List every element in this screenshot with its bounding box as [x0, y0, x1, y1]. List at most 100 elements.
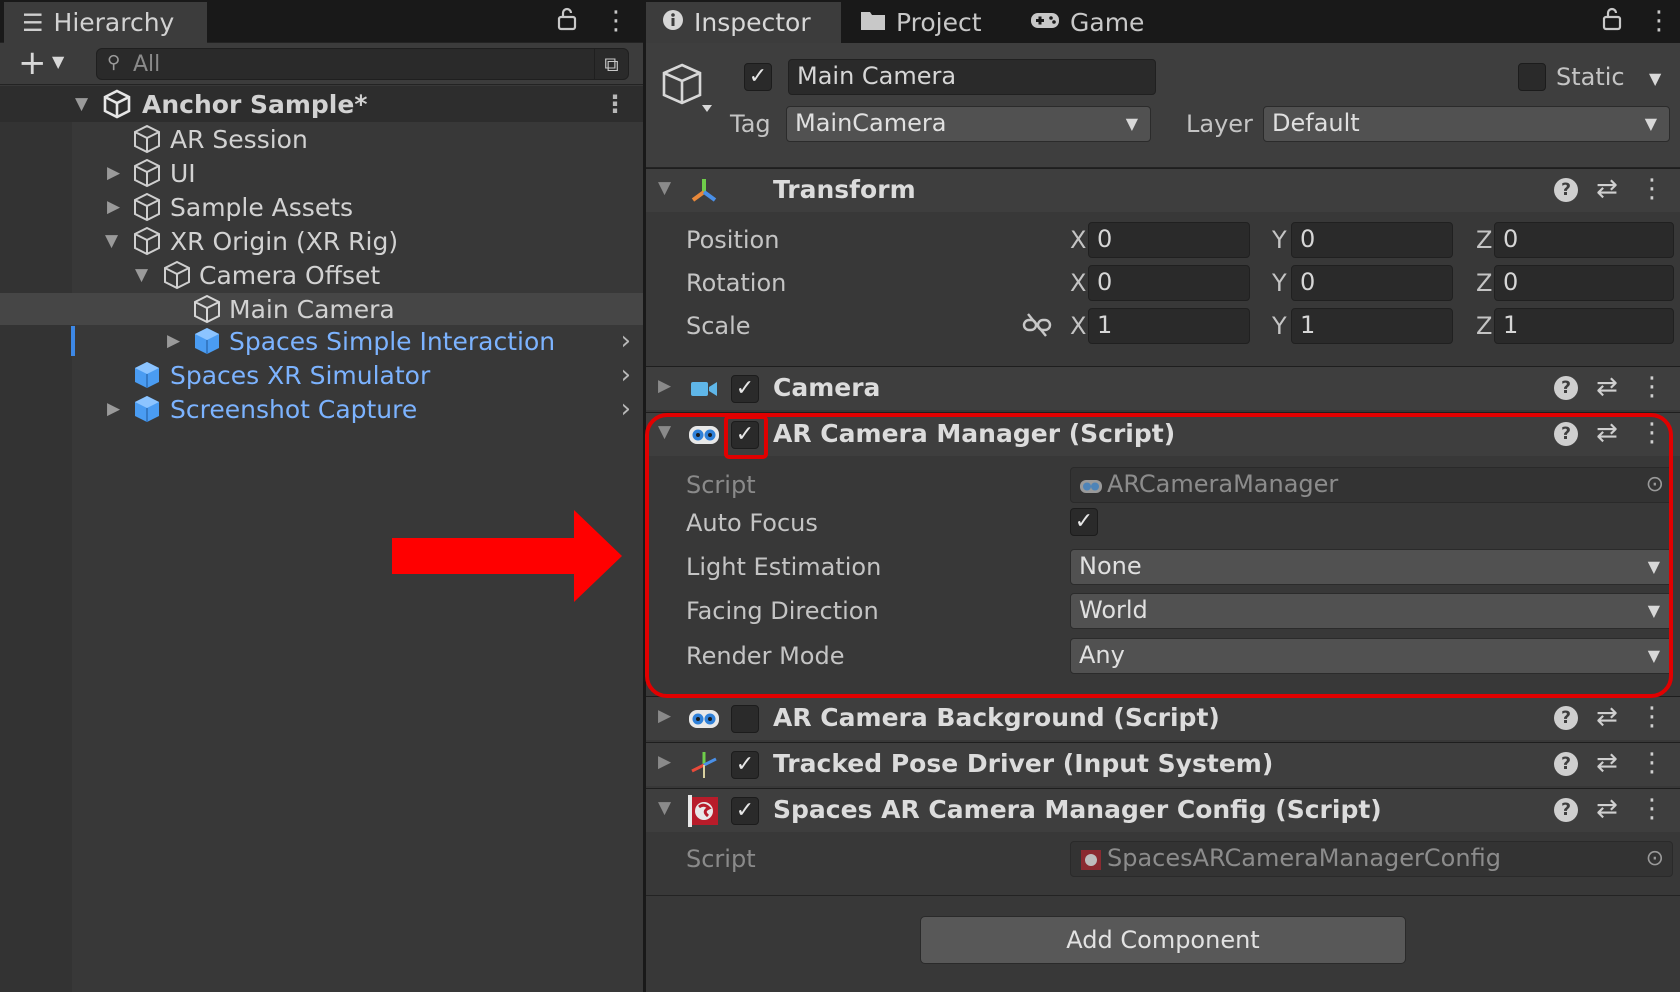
presets-icon[interactable]: ⇄ [1596, 794, 1618, 824]
scene-label: Anchor Sample* [142, 89, 368, 119]
gameobject-name-field[interactable]: Main Camera [788, 59, 1156, 95]
lock-icon[interactable] [1601, 6, 1623, 39]
layer-dropdown[interactable]: Default ▼ [1263, 106, 1670, 142]
script-object-field[interactable]: SpacesARCameraManagerConfig ⊙ [1070, 841, 1673, 877]
more-menu-icon[interactable]: ⋮ [1646, 6, 1672, 36]
presets-icon[interactable]: ⇄ [1596, 748, 1618, 778]
collapsed-caret-icon[interactable]: ▶ [658, 752, 671, 772]
chevron-right-icon[interactable]: › [621, 360, 631, 390]
collapsed-caret-icon[interactable]: ▶ [658, 376, 671, 396]
expand-caret-icon[interactable]: ▼ [658, 798, 671, 818]
camera-header[interactable]: ▶ ✓ Camera ? ⇄ ⋮ [646, 366, 1680, 410]
hierarchy-search-input[interactable] [133, 51, 553, 77]
facing-direction-dropdown[interactable]: World ▼ [1070, 593, 1673, 629]
gameobject-header: ✓ Main Camera ✓ Static ▼ Tag MainCamera … [646, 43, 1680, 168]
tab-game[interactable]: Game [1030, 2, 1160, 43]
list-item[interactable]: ▼ XR Origin (XR Rig) [0, 225, 643, 257]
rotation-y-field[interactable]: 0 [1291, 265, 1453, 301]
tab-project[interactable]: Project [860, 2, 1010, 43]
add-component-button[interactable]: Add Component [920, 916, 1406, 964]
rotation-x-field[interactable]: 0 [1088, 265, 1250, 301]
ar-camera-background-enabled-checkbox[interactable]: ✓ [731, 705, 759, 733]
script-object-field[interactable]: ARCameraManager ⊙ [1070, 467, 1673, 503]
axis-y-label: Y [1272, 226, 1287, 254]
hierarchy-search[interactable]: ⚲ ⧉ [96, 48, 629, 80]
scene-more-icon[interactable]: ⋮ [603, 90, 627, 118]
list-item[interactable]: ▶ Screenshot Capture › [0, 393, 643, 425]
spaces-config-enabled-checkbox[interactable]: ✓ [731, 797, 759, 825]
list-item[interactable]: AR Session [0, 123, 643, 155]
more-menu-icon[interactable]: ⋮ [603, 6, 629, 36]
collapsed-caret-icon[interactable]: ▶ [107, 399, 120, 419]
tracked-pose-driver-enabled-checkbox[interactable]: ✓ [731, 751, 759, 779]
scale-x-field[interactable]: 1 [1088, 308, 1250, 344]
ar-camera-manager-header[interactable]: ▼ ✓ AR Camera Manager (Script) ? ⇄ ⋮ [646, 412, 1680, 456]
help-icon[interactable]: ? [1554, 798, 1578, 822]
tag-dropdown[interactable]: MainCamera ▼ [786, 106, 1151, 142]
expand-caret-icon[interactable]: ▼ [75, 94, 88, 114]
presets-icon[interactable]: ⇄ [1596, 702, 1618, 732]
chevron-right-icon[interactable]: › [621, 326, 631, 356]
expand-caret-icon[interactable]: ▼ [658, 178, 671, 198]
gameobject-active-checkbox[interactable]: ✓ [744, 63, 772, 91]
expand-caret-icon[interactable]: ▼ [135, 265, 148, 285]
ar-camera-manager-enabled-checkbox[interactable]: ✓ [731, 421, 759, 449]
list-item[interactable]: Spaces XR Simulator › [0, 359, 643, 391]
position-y-field[interactable]: 0 [1291, 222, 1453, 258]
camera-enabled-checkbox[interactable]: ✓ [731, 375, 759, 403]
list-item-selected[interactable]: Main Camera [0, 293, 643, 325]
position-x-field[interactable]: 0 [1088, 222, 1250, 258]
transform-header[interactable]: ▼ Transform ? ⇄ ⋮ [646, 168, 1680, 212]
render-mode-dropdown[interactable]: Any ▼ [1070, 638, 1673, 674]
list-item[interactable]: ▶ UI [0, 157, 643, 189]
tab-inspector[interactable]: Inspector [646, 2, 841, 43]
position-z-field[interactable]: 0 [1494, 222, 1674, 258]
more-menu-icon[interactable]: ⋮ [1639, 372, 1665, 402]
more-menu-icon[interactable]: ⋮ [1639, 418, 1665, 448]
presets-icon[interactable]: ⇄ [1596, 372, 1618, 402]
static-checkbox[interactable]: ✓ [1518, 63, 1546, 91]
presets-icon[interactable]: ⇄ [1596, 174, 1618, 204]
tab-hierarchy[interactable]: ☰ Hierarchy [4, 2, 207, 43]
scene-search-icon[interactable]: ⧉ [594, 48, 628, 80]
chevron-right-icon[interactable]: › [621, 394, 631, 424]
more-menu-icon[interactable]: ⋮ [1639, 748, 1665, 778]
help-icon[interactable]: ? [1554, 422, 1578, 446]
collapsed-caret-icon[interactable]: ▶ [107, 197, 120, 217]
more-menu-icon[interactable]: ⋮ [1639, 794, 1665, 824]
collapsed-caret-icon[interactable]: ▶ [167, 331, 180, 351]
facing-direction-value: World [1079, 596, 1148, 624]
scene-row[interactable]: ▼ Anchor Sample* ⋮ [0, 86, 643, 122]
help-icon[interactable]: ? [1554, 376, 1578, 400]
expand-caret-icon[interactable]: ▼ [658, 422, 671, 442]
presets-icon[interactable]: ⇄ [1596, 418, 1618, 448]
scale-z-field[interactable]: 1 [1494, 308, 1674, 344]
rotation-z-field[interactable]: 0 [1494, 265, 1674, 301]
help-icon[interactable]: ? [1554, 752, 1578, 776]
collapsed-caret-icon[interactable]: ▶ [658, 706, 671, 726]
help-icon[interactable]: ? [1554, 706, 1578, 730]
create-plus-icon[interactable]: + [18, 45, 47, 81]
gameobject-large-cube-icon[interactable] [660, 61, 716, 117]
object-picker-icon[interactable]: ⊙ [1646, 842, 1664, 875]
scale-y-field[interactable]: 1 [1291, 308, 1453, 344]
tracked-pose-driver-header[interactable]: ▶ ✓ Tracked Pose Driver (Input System) ?… [646, 742, 1680, 786]
static-dropdown-icon[interactable]: ▼ [1649, 69, 1661, 88]
ar-camera-background-header[interactable]: ▶ ✓ AR Camera Background (Script) ? ⇄ ⋮ [646, 696, 1680, 740]
help-icon[interactable]: ? [1554, 178, 1578, 202]
spaces-config-header[interactable]: ▼ ✓ Spaces AR Camera Manager Config (Scr… [646, 788, 1680, 832]
object-picker-icon[interactable]: ⊙ [1646, 468, 1664, 501]
constrain-proportions-icon[interactable] [1022, 312, 1052, 338]
more-menu-icon[interactable]: ⋮ [1639, 174, 1665, 204]
expand-caret-icon[interactable]: ▼ [105, 231, 118, 251]
list-item-label: Main Camera [229, 294, 395, 324]
auto-focus-checkbox[interactable]: ✓ [1070, 508, 1098, 536]
more-menu-icon[interactable]: ⋮ [1639, 702, 1665, 732]
lock-icon[interactable] [556, 6, 578, 39]
list-item[interactable]: ▶ Spaces Simple Interaction › [0, 325, 643, 357]
create-dropdown-icon[interactable]: ▼ [52, 49, 64, 75]
light-estimation-dropdown[interactable]: None ▼ [1070, 549, 1673, 585]
list-item[interactable]: ▼ Camera Offset [0, 259, 643, 291]
collapsed-caret-icon[interactable]: ▶ [107, 163, 120, 183]
list-item[interactable]: ▶ Sample Assets [0, 191, 643, 223]
